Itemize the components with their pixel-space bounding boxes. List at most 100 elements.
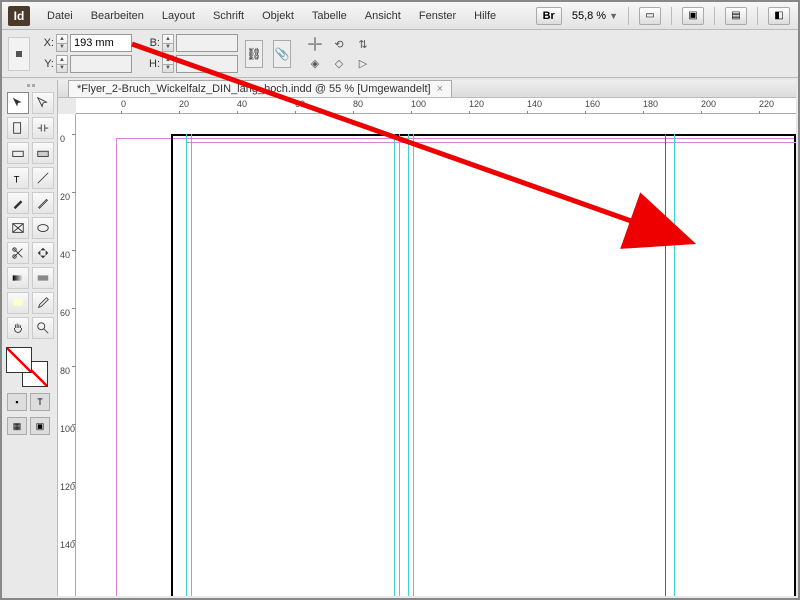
ruler-tick: 120: [469, 99, 484, 109]
zoom-value: 55,8 %: [572, 10, 606, 22]
pen-tool[interactable]: [7, 192, 29, 214]
rotate-icon[interactable]: ⟲: [330, 36, 348, 52]
menu-fenster[interactable]: Fenster: [410, 4, 465, 28]
menu-layout[interactable]: Layout: [153, 4, 204, 28]
chevron-down-icon: ▼: [609, 11, 618, 21]
screen-mode-icon[interactable]: ▣: [682, 7, 704, 25]
vertical-guide-red[interactable]: [665, 134, 666, 596]
ruler-tick: 0: [121, 99, 126, 109]
ruler-tick: 220: [759, 99, 774, 109]
ruler-tick: 120: [60, 482, 75, 492]
menu-datei[interactable]: Datei: [38, 4, 82, 28]
content-placer-tool[interactable]: [32, 142, 54, 164]
direct-selection-tool[interactable]: [32, 92, 54, 114]
ruler-tick: 80: [60, 366, 70, 376]
menu-bearbeiten[interactable]: Bearbeiten: [82, 4, 153, 28]
close-tab-icon[interactable]: ×: [437, 83, 443, 95]
menu-hilfe[interactable]: Hilfe: [465, 4, 505, 28]
menu-ansicht[interactable]: Ansicht: [356, 4, 410, 28]
vertical-guide[interactable]: [674, 134, 675, 596]
free-transform-tool[interactable]: [32, 242, 54, 264]
ruler-tick: 20: [60, 192, 70, 202]
ruler-tick: 40: [60, 250, 70, 260]
toolbox: T ▪ T: [4, 80, 58, 596]
pencil-tool[interactable]: [32, 192, 54, 214]
reference-point-icon[interactable]: [8, 37, 30, 71]
h-input[interactable]: [176, 55, 238, 73]
fill-stroke-swatches[interactable]: [4, 347, 50, 387]
ruler-tick: 80: [353, 99, 363, 109]
zoom-display[interactable]: 55,8 % ▼: [572, 10, 618, 22]
document-tabbar: *Flyer_2-Bruch_Wickelfalz_DIN_lang_hoch.…: [58, 80, 796, 98]
vertical-guide[interactable]: [408, 134, 409, 596]
fill-swatch[interactable]: [6, 347, 32, 373]
ruler-tick: 100: [411, 99, 426, 109]
h-spinner[interactable]: ▲▼: [162, 55, 174, 73]
gap-tool[interactable]: [32, 117, 54, 139]
vertical-guide[interactable]: [394, 134, 395, 596]
select-next-icon[interactable]: ▷: [354, 55, 372, 71]
flip-vertical-icon[interactable]: ⇅: [354, 36, 372, 52]
document-tab-title: *Flyer_2-Bruch_Wickelfalz_DIN_lang_hoch.…: [77, 83, 431, 95]
gradient-swatch-tool[interactable]: [7, 267, 29, 289]
menu-schrift[interactable]: Schrift: [204, 4, 253, 28]
canvas-area: *Flyer_2-Bruch_Wickelfalz_DIN_lang_hoch.…: [58, 80, 796, 596]
select-container-icon[interactable]: ◈: [306, 55, 324, 71]
hand-tool[interactable]: [7, 317, 29, 339]
scissors-tool[interactable]: [7, 242, 29, 264]
menubar: Id Datei Bearbeiten Layout Schrift Objek…: [2, 2, 798, 30]
horizontal-ruler[interactable]: 020406080100120140160180200220: [76, 98, 796, 114]
w-spinner[interactable]: ▲▼: [162, 34, 174, 52]
arrange-documents-icon[interactable]: ▤: [725, 7, 747, 25]
svg-text:T: T: [14, 174, 20, 185]
page-viewport[interactable]: [76, 114, 796, 596]
preview-view-icon[interactable]: ▣: [30, 417, 50, 435]
app-logo: Id: [8, 6, 30, 26]
constrain-proportions-icon[interactable]: ⛓: [245, 40, 263, 68]
x-label: X:: [40, 37, 54, 49]
apply-none-icon[interactable]: T: [30, 393, 50, 411]
app-window: Id Datei Bearbeiten Layout Schrift Objek…: [0, 0, 800, 600]
h-label: H:: [146, 58, 160, 70]
ruler-tick: 160: [585, 99, 600, 109]
content-collector-tool[interactable]: [7, 142, 29, 164]
toolbox-grip[interactable]: [4, 80, 57, 90]
ruler-tick: 20: [179, 99, 189, 109]
note-tool[interactable]: [7, 292, 29, 314]
y-spinner[interactable]: ▲▼: [56, 55, 68, 73]
select-content-icon[interactable]: ◇: [330, 55, 348, 71]
vertical-guide[interactable]: [191, 134, 192, 596]
gradient-feather-tool[interactable]: [32, 267, 54, 289]
margin-guide: [186, 142, 796, 596]
ruler-tick: 0: [60, 134, 65, 144]
line-tool[interactable]: [32, 167, 54, 189]
ellipse-tool[interactable]: [32, 217, 54, 239]
eyedropper-tool[interactable]: [32, 292, 54, 314]
rectangle-frame-tool[interactable]: [7, 217, 29, 239]
x-input[interactable]: [70, 34, 132, 52]
document-tab[interactable]: *Flyer_2-Bruch_Wickelfalz_DIN_lang_hoch.…: [68, 80, 452, 97]
x-spinner[interactable]: ▲▼: [56, 34, 68, 52]
page-tool[interactable]: [7, 117, 29, 139]
link-icon[interactable]: 📎: [273, 40, 291, 68]
flip-horizontal-icon[interactable]: [306, 36, 324, 52]
selection-tool[interactable]: [7, 92, 29, 114]
y-input[interactable]: [70, 55, 132, 73]
view-options-icon[interactable]: ▭: [639, 7, 661, 25]
vertical-ruler[interactable]: 020406080100120140: [58, 114, 76, 596]
workspace-icon[interactable]: ◧: [768, 7, 790, 25]
type-tool[interactable]: T: [7, 167, 29, 189]
control-bar: X: ▲▼ Y: ▲▼ B: ▲▼ H: ▲▼ ⛓ 📎: [2, 30, 798, 78]
ruler-tick: 60: [60, 308, 70, 318]
vertical-guide[interactable]: [186, 134, 187, 596]
menu-tabelle[interactable]: Tabelle: [303, 4, 356, 28]
bridge-button[interactable]: Br: [536, 7, 562, 25]
menu-objekt[interactable]: Objekt: [253, 4, 303, 28]
w-input[interactable]: [176, 34, 238, 52]
ruler-tick: 180: [643, 99, 658, 109]
vertical-guide[interactable]: [399, 134, 400, 596]
normal-view-icon[interactable]: ▦: [7, 417, 27, 435]
vertical-guide[interactable]: [413, 134, 414, 596]
apply-color-icon[interactable]: ▪: [7, 393, 27, 411]
zoom-tool[interactable]: [32, 317, 54, 339]
